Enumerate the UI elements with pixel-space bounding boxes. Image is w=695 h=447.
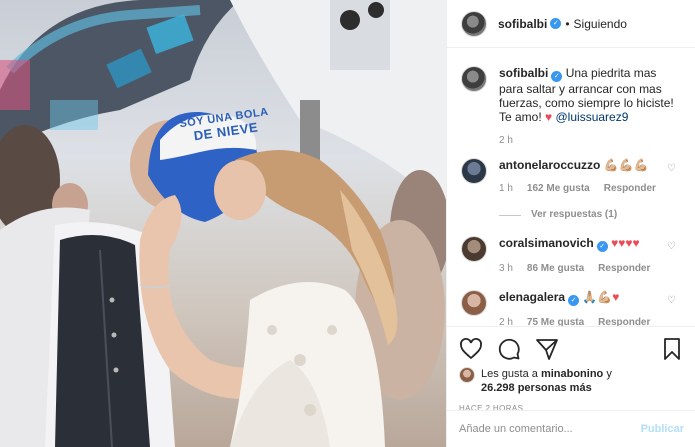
post-header: sofibalbi ✓ • Siguiendo (447, 0, 695, 48)
publish-button[interactable]: Publicar (641, 423, 684, 435)
comment-body: elenagalera ✓ 🙏🏼💪🏼♥ 2 h 75 Me gusta Respo… (499, 290, 682, 326)
commenter-avatar[interactable] (461, 158, 487, 184)
comment-text: 🙏🏼💪🏼 (582, 290, 613, 304)
commenter-avatar[interactable] (461, 290, 487, 316)
author-block: sofibalbi ✓ • Siguiendo (498, 17, 627, 31)
photo-illustration (0, 0, 446, 447)
comment-meta: 1 h 162 Me gusta Responder (499, 182, 682, 196)
verified-badge-icon: ✓ (550, 18, 562, 29)
reply-button[interactable]: Responder (598, 316, 650, 326)
comment-age[interactable]: 3 h (499, 262, 513, 276)
comments-list[interactable]: sofibalbi ✓ Una piedrita mas para saltar … (447, 48, 695, 326)
separator-dot: • (565, 16, 570, 31)
comment-item: elenagalera ✓ 🙏🏼💪🏼♥ 2 h 75 Me gusta Respo… (461, 290, 682, 326)
caption-age[interactable]: 2 h (499, 134, 513, 148)
caption: sofibalbi ✓ Una piedrita mas para saltar … (461, 66, 682, 148)
comment-text: 💪🏼💪🏼💪🏼 (603, 158, 649, 172)
view-replies-label: Ver respuestas (1) (531, 209, 618, 220)
comment-text: ♥♥♥♥ (611, 236, 640, 250)
like-heart-icon[interactable] (459, 337, 483, 361)
post-actions: Les gusta a minabonino y 26.298 personas… (447, 326, 695, 413)
verified-badge-icon: ✓ (568, 295, 580, 306)
bookmark-icon[interactable] (660, 337, 684, 361)
view-replies-button[interactable]: Ver respuestas (1) (499, 208, 682, 222)
comment-username[interactable]: elenagalera (499, 290, 565, 304)
comment-bubble-icon[interactable] (497, 337, 521, 361)
author-username[interactable]: sofibalbi (498, 17, 547, 31)
comment-body: antonelaroccuzzo 💪🏼💪🏼💪🏼 1 h 162 Me gusta… (499, 158, 682, 222)
likes-summary: Les gusta a minabonino y 26.298 personas… (459, 367, 684, 395)
comment-meta: 3 h 86 Me gusta Responder (499, 262, 682, 276)
comment-age[interactable]: 1 h (499, 182, 513, 196)
verified-badge-icon: ✓ (551, 71, 563, 82)
caption-body: sofibalbi ✓ Una piedrita mas para saltar … (499, 66, 682, 148)
caption-avatar[interactable] (461, 66, 487, 92)
following-button[interactable]: Siguiendo (574, 17, 627, 31)
post-side-panel: sofibalbi ✓ • Siguiendo sofibalbi ✓ Una p… (446, 0, 695, 447)
comment-likes-count[interactable]: 75 Me gusta (527, 316, 584, 326)
red-heart-icon: ♥ (545, 110, 553, 124)
comment-likes-count[interactable]: 162 Me gusta (527, 182, 590, 196)
comment-text-block: coralsimanovich ✓ ♥♥♥♥ (499, 236, 682, 252)
likes-count-link[interactable]: 26.298 personas más (481, 382, 592, 394)
add-comment-input[interactable] (459, 423, 641, 435)
caption-mention-link[interactable]: @luissuarez9 (556, 110, 629, 124)
caption-meta: 2 h (499, 134, 682, 148)
commenter-avatar[interactable] (461, 236, 487, 262)
reply-button[interactable]: Responder (604, 182, 656, 196)
likes-text: Les gusta a minabonino y 26.298 personas… (481, 367, 612, 395)
comment-meta: 2 h 75 Me gusta Responder (499, 316, 682, 326)
comment-item: coralsimanovich ✓ ♥♥♥♥ 3 h 86 Me gusta Re… (461, 236, 682, 276)
liker-username[interactable]: minabonino (541, 368, 603, 380)
comment-text-block: antonelaroccuzzo 💪🏼💪🏼💪🏼 (499, 158, 682, 172)
comment-likes-count[interactable]: 86 Me gusta (527, 262, 584, 276)
replies-divider (499, 214, 521, 216)
share-send-icon[interactable] (535, 337, 559, 361)
comment-like-heart-icon[interactable]: ♡ (667, 241, 676, 252)
comment-username[interactable]: coralsimanovich (499, 236, 594, 250)
comment-username[interactable]: antonelaroccuzzo (499, 158, 600, 172)
comment-item: antonelaroccuzzo 💪🏼💪🏼💪🏼 1 h 162 Me gusta… (461, 158, 682, 222)
caption-username[interactable]: sofibalbi (499, 66, 548, 80)
likes-connector: y (606, 368, 612, 380)
author-avatar[interactable] (461, 10, 487, 37)
comment-body: coralsimanovich ✓ ♥♥♥♥ 3 h 86 Me gusta Re… (499, 236, 682, 276)
reply-button[interactable]: Responder (598, 262, 650, 276)
caption-text-block: sofibalbi ✓ Una piedrita mas para saltar … (499, 66, 682, 124)
post-photo[interactable]: SOY UNA BOLA DE NIEVE (0, 0, 446, 447)
comment-text-block: elenagalera ✓ 🙏🏼💪🏼♥ (499, 290, 682, 306)
comment-like-heart-icon[interactable]: ♡ (667, 163, 676, 174)
comment-age[interactable]: 2 h (499, 316, 513, 326)
instagram-post-modal: SOY UNA BOLA DE NIEVE sofibalbi ✓ • Sigu… (0, 0, 695, 447)
add-comment-bar: Publicar (447, 410, 695, 447)
comment-like-heart-icon[interactable]: ♡ (667, 295, 676, 306)
liker-avatar[interactable] (459, 367, 475, 383)
likes-prefix: Les gusta a (481, 368, 538, 380)
action-icons (459, 335, 684, 363)
verified-badge-icon: ✓ (596, 241, 608, 252)
red-heart-icon: ♥ (612, 290, 620, 304)
